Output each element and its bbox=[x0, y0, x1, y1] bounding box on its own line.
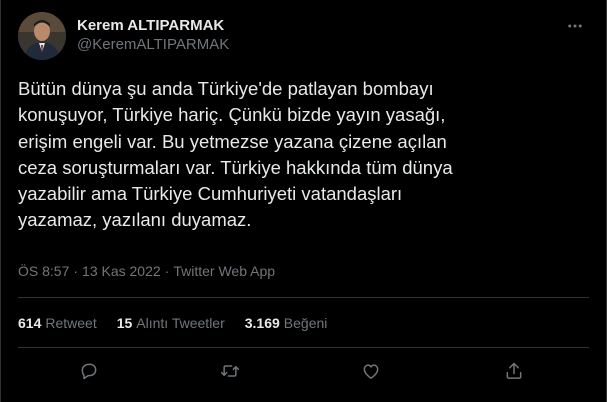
retweet-stat[interactable]: 614 Retweet bbox=[18, 314, 97, 332]
tweet-source[interactable]: Twitter Web App bbox=[173, 263, 275, 279]
retweet-count: 614 bbox=[18, 315, 42, 331]
quote-count: 15 bbox=[116, 315, 133, 331]
tweet-text: Bütün dünya şu anda Türkiye'de patlayan … bbox=[18, 78, 453, 231]
share-button[interactable] bbox=[495, 354, 533, 392]
user-handle[interactable]: @KeremALTIPARMAK bbox=[77, 35, 229, 55]
retweet-button[interactable] bbox=[211, 354, 249, 392]
tweet-card: Kerem ALTIPARMAK @KeremALTIPARMAK Bütün … bbox=[0, 0, 607, 402]
action-bar bbox=[18, 354, 589, 392]
divider bbox=[18, 297, 589, 298]
tweet-stats: 614 Retweet 15 Alıntı Tweetler 3.169 Beğeni bbox=[18, 314, 327, 332]
like-count: 3.169 bbox=[244, 315, 280, 331]
reply-button[interactable] bbox=[70, 354, 108, 392]
tweet-date[interactable]: 13 Kas 2022 bbox=[82, 263, 161, 279]
meta-separator: · bbox=[73, 263, 79, 279]
display-name[interactable]: Kerem ALTIPARMAK bbox=[77, 16, 229, 35]
like-label: Beğeni bbox=[283, 315, 328, 331]
more-icon bbox=[566, 17, 584, 40]
avatar[interactable] bbox=[18, 12, 66, 60]
like-button[interactable] bbox=[352, 354, 390, 392]
reply-icon bbox=[79, 361, 99, 386]
divider bbox=[18, 347, 589, 348]
more-button[interactable] bbox=[561, 14, 589, 42]
tweet-time[interactable]: ÖS 8:57 bbox=[18, 263, 69, 279]
like-icon bbox=[361, 361, 381, 386]
quote-label: Alıntı Tweetler bbox=[136, 315, 225, 331]
quote-stat[interactable]: 15 Alıntı Tweetler bbox=[117, 314, 225, 332]
user-names: Kerem ALTIPARMAK @KeremALTIPARMAK bbox=[77, 16, 229, 55]
meta-separator: · bbox=[164, 263, 170, 279]
tweet-meta: ÖS 8:57 · 13 Kas 2022 · Twitter Web App bbox=[18, 262, 275, 280]
tweet-header: Kerem ALTIPARMAK @KeremALTIPARMAK bbox=[18, 12, 589, 60]
retweet-icon bbox=[219, 361, 241, 386]
share-icon bbox=[504, 361, 524, 386]
like-stat[interactable]: 3.169 Beğeni bbox=[245, 314, 328, 332]
retweet-label: Retweet bbox=[45, 315, 97, 331]
